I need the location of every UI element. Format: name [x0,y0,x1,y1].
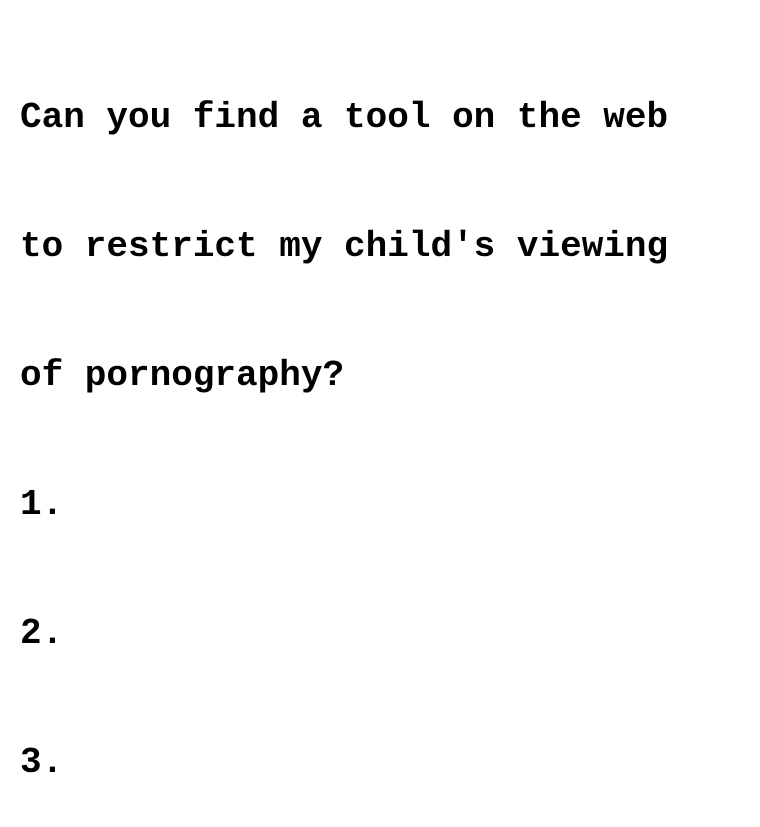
list-item-3: 3. [20,742,64,783]
list-item-2: 2. [20,613,64,654]
prompt-line-3: of pornography? [20,355,345,396]
document-body: Can you find a tool on the web to restri… [20,10,750,827]
prompt-line-2: to restrict my child's viewing [20,226,669,267]
list-item-1: 1. [20,484,64,525]
prompt-line-1: Can you find a tool on the web [20,97,669,138]
